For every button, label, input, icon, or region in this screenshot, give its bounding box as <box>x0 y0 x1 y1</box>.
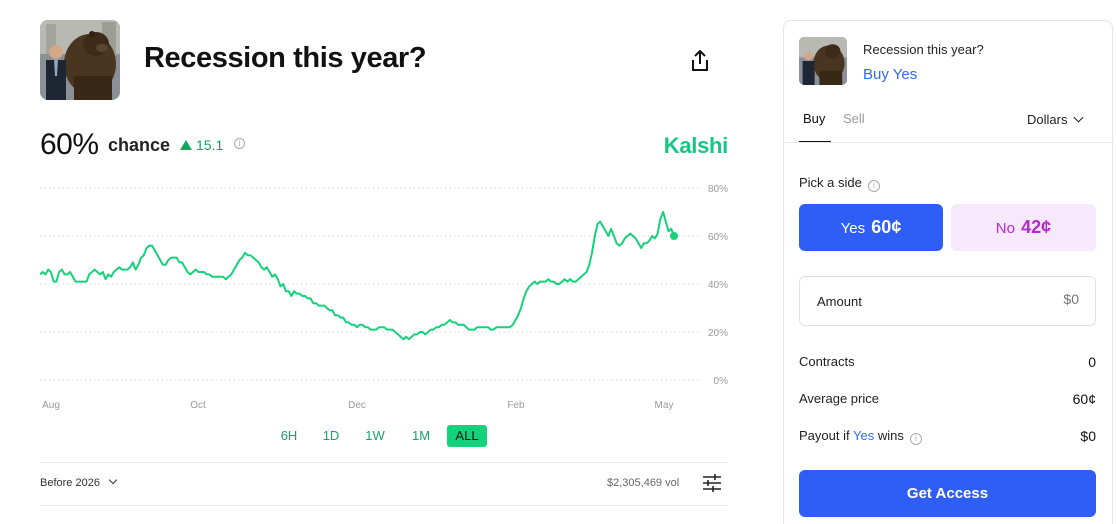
trade-panel: Recession this year? Buy Yes Buy Sell Do… <box>783 20 1114 524</box>
x-tick-label: Aug <box>42 400 60 411</box>
info-icon[interactable]: i <box>867 180 880 192</box>
x-tick-label: May <box>655 400 674 411</box>
volume-text: $2,305,469 vol <box>607 477 680 489</box>
market-thumbnail <box>799 37 847 85</box>
average-price-row: Average price 60¢ <box>799 391 1096 409</box>
y-tick-label: 0% <box>714 376 729 387</box>
current-point-marker <box>670 232 678 240</box>
y-tick-label: 20% <box>708 328 728 339</box>
market-main: Recession this year? 60% chance 15.1 i K… <box>40 20 728 524</box>
y-tick-label: 40% <box>708 280 728 291</box>
trade-question: Recession this year? <box>863 42 984 57</box>
up-triangle-icon <box>180 140 192 150</box>
average-price-value: 60¢ <box>1072 391 1096 407</box>
payout-row: Payout if Yes wins i $0 <box>799 428 1096 446</box>
range-1d[interactable]: 1D <box>314 425 348 447</box>
average-price-label: Average price <box>799 391 879 406</box>
payout-yes: Yes <box>852 428 875 443</box>
info-icon[interactable]: i <box>909 433 922 445</box>
market-image <box>40 20 120 100</box>
probability-value: 60% <box>40 128 99 161</box>
pick-side-label: Pick a side i <box>799 175 880 192</box>
trade-action: Buy Yes <box>863 66 918 83</box>
kalshi-logo[interactable]: Kalshi <box>664 133 729 159</box>
pick-side-text: Pick a side <box>799 175 862 190</box>
payout-prefix: Payout if <box>799 428 850 443</box>
chance-label: chance <box>108 135 171 155</box>
payout-suffix: wins <box>877 428 904 443</box>
probability-line <box>40 211 675 341</box>
divider <box>40 462 728 463</box>
range-all[interactable]: ALL <box>447 425 487 447</box>
range-1w[interactable]: 1W <box>358 425 392 447</box>
change-value: 15.1 <box>196 137 224 153</box>
contracts-value: 0 <box>1088 354 1096 370</box>
sliders-icon[interactable] <box>702 473 722 493</box>
currency-dropdown[interactable]: Dollars <box>1027 112 1084 127</box>
divider <box>784 142 1114 143</box>
x-tick-label: Dec <box>348 400 366 411</box>
date-filter-label: Before 2026 <box>40 477 100 489</box>
amount-input[interactable] <box>959 291 1079 307</box>
x-tick-label: Oct <box>190 400 206 411</box>
y-tick-label: 60% <box>708 232 728 243</box>
range-6h[interactable]: 6H <box>272 425 306 447</box>
probability-row: 60% chance 15.1 i Kalshi <box>40 126 728 166</box>
probability-change: 15.1 <box>180 137 223 153</box>
no-button[interactable]: No 42¢ <box>951 204 1096 251</box>
share-icon[interactable] <box>688 48 712 74</box>
yes-button[interactable]: Yes 60¢ <box>799 204 943 251</box>
currency-label: Dollars <box>1027 112 1068 127</box>
no-label: No <box>995 220 1015 237</box>
amount-field: Amount <box>799 276 1096 326</box>
tab-buy[interactable]: Buy <box>803 111 825 126</box>
contracts-label: Contracts <box>799 354 855 369</box>
chevron-down-icon <box>108 475 118 485</box>
date-filter-dropdown[interactable]: Before 2026 <box>40 475 118 489</box>
no-price: 42¢ <box>1021 217 1052 237</box>
x-tick-label: Feb <box>507 400 525 411</box>
yes-label: Yes <box>840 220 866 237</box>
divider <box>40 505 728 506</box>
contracts-row: Contracts 0 <box>799 354 1096 372</box>
chevron-down-icon <box>1074 112 1084 123</box>
get-access-button[interactable]: Get Access <box>799 470 1096 517</box>
range-1m[interactable]: 1M <box>402 425 440 447</box>
amount-label: Amount <box>817 294 862 309</box>
payout-value: $0 <box>1080 428 1096 444</box>
market-header: Recession this year? <box>40 20 728 100</box>
page-title: Recession this year? <box>144 42 427 74</box>
info-icon[interactable]: i <box>234 138 245 149</box>
probability-chart[interactable]: 80% 60% 40% 20% 0% Aug Oct Dec Feb May <box>40 176 740 416</box>
y-tick-label: 80% <box>708 184 728 195</box>
yes-price: 60¢ <box>871 217 902 237</box>
tab-sell[interactable]: Sell <box>843 111 865 126</box>
